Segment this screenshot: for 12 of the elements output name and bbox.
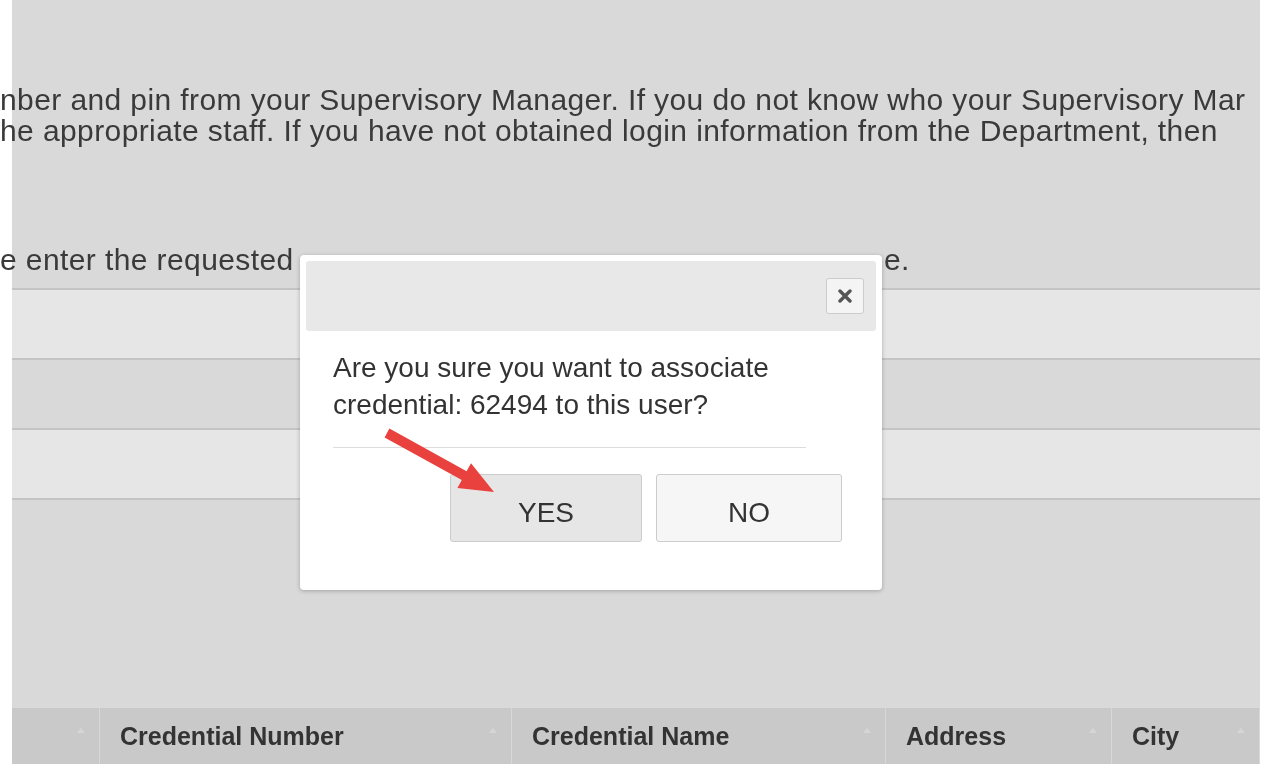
instruction-text: nber and pin from your Supervisory Manager. If you do not know who your Supervisory Mar bbox=[0, 84, 1246, 115]
no-button[interactable]: NO bbox=[656, 474, 842, 542]
instruction-text: e. bbox=[884, 244, 910, 275]
column-header[interactable]: Credential Name bbox=[532, 721, 730, 751]
instruction-text: e enter the requested bbox=[0, 244, 294, 275]
column-header[interactable]: City bbox=[1132, 721, 1180, 751]
column-header[interactable]: Credential Number bbox=[120, 721, 344, 751]
close-icon bbox=[838, 289, 852, 303]
column-header[interactable]: Address bbox=[906, 721, 1007, 751]
close-button[interactable] bbox=[826, 278, 864, 314]
yes-button[interactable]: YES bbox=[450, 474, 642, 542]
instruction-text: he appropriate staff. If you have not obtained login information from the Department, then bbox=[0, 115, 1218, 146]
